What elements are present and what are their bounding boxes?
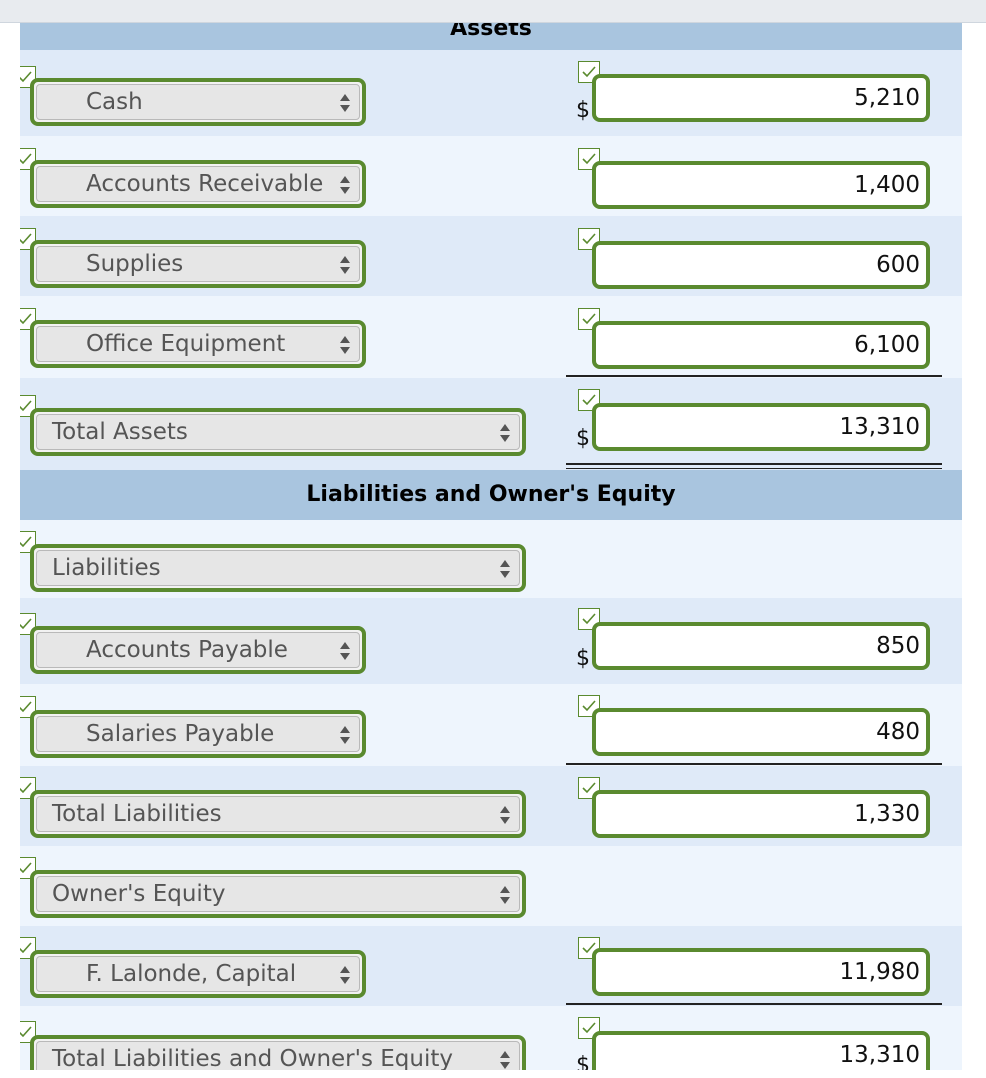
select-arrows-icon [500, 1051, 510, 1069]
amount-value: 480 [876, 719, 920, 745]
select-label: Total Assets [52, 419, 188, 445]
subtotal-underline [566, 1003, 942, 1005]
account-select-supplies[interactable]: Supplies [30, 240, 366, 288]
dollar-sign: $ [576, 646, 590, 671]
amount-input-cash[interactable]: 5,210 [592, 74, 930, 122]
select-arrows-icon [500, 424, 510, 442]
amount-input-accounts-payable[interactable]: 850 [592, 622, 930, 670]
select-arrows-icon [340, 336, 350, 354]
amount-value: 850 [876, 633, 920, 659]
select-label: Total Liabilities and Owner's Equity [52, 1046, 453, 1070]
account-select-total-assets[interactable]: Total Assets [30, 408, 526, 456]
account-select-liabilities[interactable]: Liabilities [30, 544, 526, 592]
dollar-sign: $ [576, 98, 590, 123]
subtotal-underline [566, 763, 942, 765]
amount-value: 5,210 [854, 85, 920, 111]
amount-value: 13,310 [839, 1042, 920, 1068]
select-arrows-icon [340, 726, 350, 744]
double-underline [566, 468, 942, 469]
amount-input-lalonde-capital[interactable]: 11,980 [592, 948, 930, 996]
amount-value: 600 [876, 252, 920, 278]
account-select-total-liabilities-owners-equity[interactable]: Total Liabilities and Owner's Equity [30, 1035, 526, 1070]
dollar-sign: $ [576, 1053, 590, 1070]
amount-input-total-liabilities-owners-equity[interactable]: 13,310 [592, 1031, 930, 1070]
account-select-total-liabilities[interactable]: Total Liabilities [30, 790, 526, 838]
select-label: Accounts Receivable [86, 171, 324, 197]
account-select-accounts-receivable[interactable]: Accounts Receivable [30, 160, 366, 208]
subtotal-underline [566, 375, 942, 377]
select-label: Liabilities [52, 555, 161, 581]
amount-input-office-equipment[interactable]: 6,100 [592, 321, 930, 369]
account-select-cash[interactable]: Cash [30, 78, 366, 126]
amount-input-total-liabilities[interactable]: 1,330 [592, 790, 930, 838]
select-arrows-icon [340, 176, 350, 194]
liabilities-equity-section-header: Liabilities and Owner's Equity [20, 470, 962, 520]
select-arrows-icon [500, 806, 510, 824]
amount-value: 11,980 [839, 959, 920, 985]
account-select-owners-equity[interactable]: Owner's Equity [30, 870, 526, 918]
select-label: Office Equipment [86, 331, 286, 357]
balance-sheet: Assets Liabilities and Owner's Equity Ca… [20, 23, 962, 1070]
select-arrows-icon [500, 886, 510, 904]
select-label: Accounts Payable [86, 637, 288, 663]
account-select-lalonde-capital[interactable]: F. Lalonde, Capital [30, 950, 366, 998]
amount-input-accounts-receivable[interactable]: 1,400 [592, 161, 930, 209]
double-underline [566, 463, 942, 465]
select-label: Owner's Equity [52, 881, 226, 907]
account-select-accounts-payable[interactable]: Accounts Payable [30, 626, 366, 674]
account-select-salaries-payable[interactable]: Salaries Payable [30, 710, 366, 758]
amount-input-total-assets[interactable]: 13,310 [592, 403, 930, 451]
amount-input-supplies[interactable]: 600 [592, 241, 930, 289]
amount-value: 6,100 [854, 332, 920, 358]
assets-section-header: Assets [20, 23, 962, 50]
select-label: Total Liabilities [52, 801, 222, 827]
select-label: Salaries Payable [86, 721, 275, 747]
amount-input-salaries-payable[interactable]: 480 [592, 708, 930, 756]
select-arrows-icon [340, 966, 350, 984]
select-arrows-icon [500, 560, 510, 578]
browser-top-strip [0, 0, 986, 23]
account-select-office-equipment[interactable]: Office Equipment [30, 320, 366, 368]
amount-value: 1,330 [854, 801, 920, 827]
amount-value: 1,400 [854, 172, 920, 198]
select-label: Supplies [86, 251, 184, 277]
select-label: F. Lalonde, Capital [86, 961, 297, 987]
amount-value: 13,310 [839, 414, 920, 440]
select-label: Cash [86, 89, 143, 115]
select-arrows-icon [340, 256, 350, 274]
select-arrows-icon [340, 94, 350, 112]
select-arrows-icon [340, 642, 350, 660]
dollar-sign: $ [576, 426, 590, 451]
